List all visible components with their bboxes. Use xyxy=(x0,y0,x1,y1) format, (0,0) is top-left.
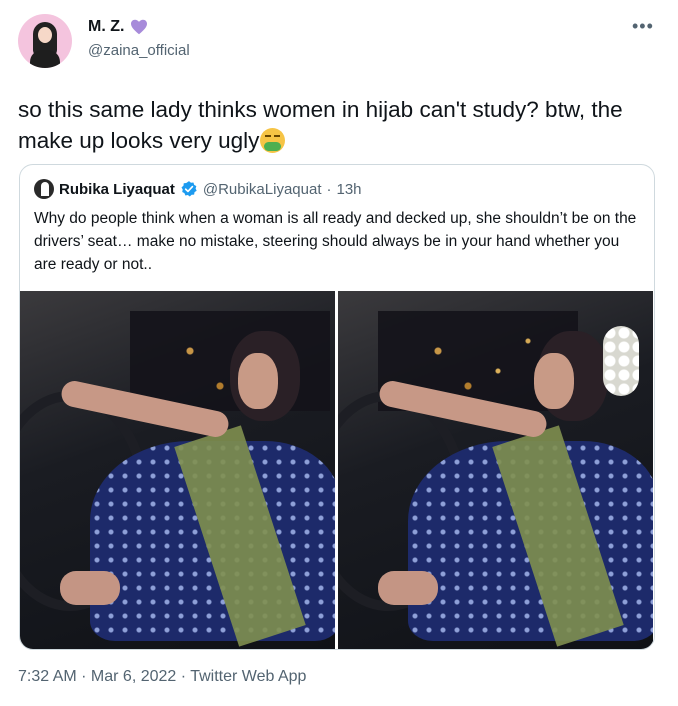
author-name-row: M. Z. xyxy=(88,18,148,36)
author-handle[interactable]: @zaina_official xyxy=(88,42,190,59)
nauseated-face-emoji-icon xyxy=(260,128,286,153)
purple-heart-icon xyxy=(131,19,148,35)
quoted-tweet-photo-1[interactable] xyxy=(20,291,335,649)
separator-dot: · xyxy=(326,180,332,198)
author-display-name[interactable]: M. Z. xyxy=(88,18,124,36)
quoted-author-name[interactable]: Rubika Liyaquat xyxy=(59,181,175,198)
verified-badge-icon xyxy=(181,181,197,197)
author-avatar[interactable] xyxy=(18,14,72,68)
more-options-icon[interactable]: ••• xyxy=(632,16,654,37)
tweet: M. Z. @zaina_official ••• so this same l… xyxy=(0,0,678,706)
quoted-tweet-card[interactable]: Rubika Liyaquat @RubikaLiyaquat · 13h Wh… xyxy=(19,164,655,650)
quoted-author-handle[interactable]: @RubikaLiyaquat xyxy=(203,181,322,198)
tweet-text: so this same lady thinks women in hijab … xyxy=(18,94,658,156)
quoted-tweet-header: Rubika Liyaquat @RubikaLiyaquat · 13h xyxy=(34,179,362,199)
tweet-body: so this same lady thinks women in hijab … xyxy=(18,97,623,153)
tweet-timestamp[interactable]: 7:32 AM · Mar 6, 2022 · Twitter Web App xyxy=(18,668,306,686)
quoted-tweet-text: Why do people think when a woman is all … xyxy=(34,210,637,273)
quoted-tweet-time[interactable]: 13h xyxy=(337,181,362,198)
quoted-author-avatar[interactable] xyxy=(34,179,54,199)
quoted-tweet-photo-2[interactable] xyxy=(338,291,653,649)
